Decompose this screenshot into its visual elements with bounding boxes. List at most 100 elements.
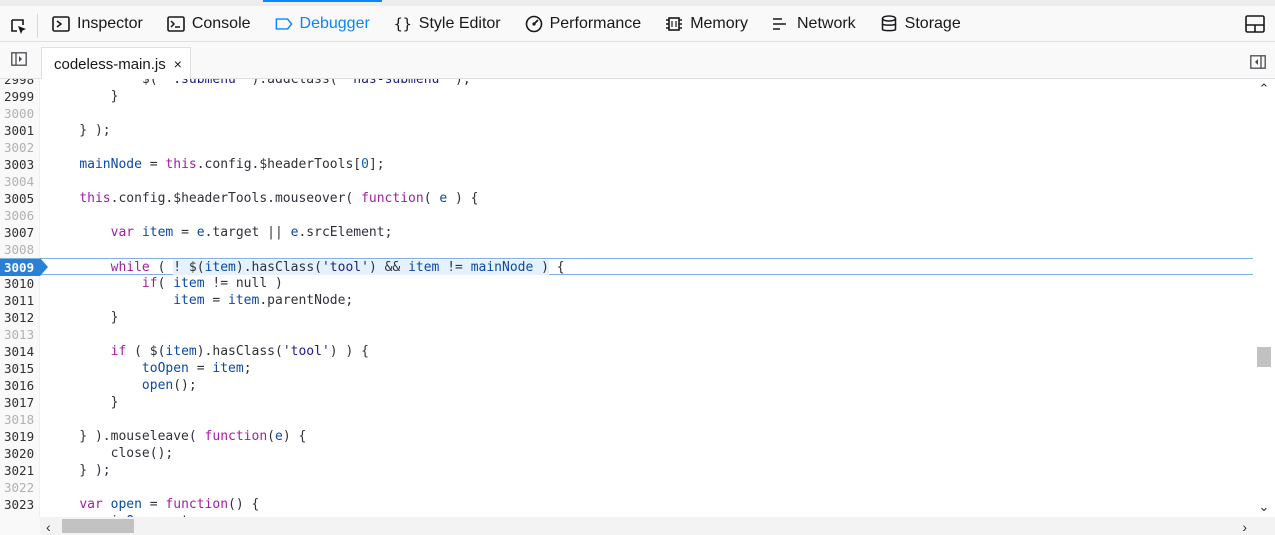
code-line[interactable]: 3013 (0, 326, 1253, 343)
toggle-sources-pane-icon[interactable] (10, 51, 28, 67)
horizontal-scrollbar[interactable]: ‹ › (40, 517, 1253, 535)
code-line[interactable]: 3021 } ); (0, 462, 1253, 479)
code-text: } ); (48, 123, 111, 138)
scroll-up-icon[interactable]: ⌃ (1258, 81, 1270, 96)
code-editor[interactable]: 2998 $( '.submenu' ).addClass( 'has-subm… (0, 79, 1253, 517)
code-line[interactable]: 3003 mainNode = this.config.$headerTools… (0, 156, 1253, 173)
line-number[interactable]: 3012 (0, 309, 40, 326)
devtools-tabs: Inspector Console Debugger {} Style Editor Pe… (40, 0, 973, 42)
code-line[interactable]: 3016 open(); (0, 377, 1253, 394)
code-line[interactable]: 3000 (0, 105, 1253, 122)
code-text: if ( $(item).hasClass('tool') ) { (110, 344, 369, 359)
code-text: toOpen = item; (141, 361, 252, 376)
tab-console[interactable]: Console (155, 6, 263, 42)
line-number[interactable]: 3000 (0, 105, 40, 122)
line-number[interactable]: 3019 (0, 428, 40, 445)
line-number[interactable]: 3008 (0, 241, 40, 258)
code-line[interactable]: 3007 var item = e.target || e.srcElement… (0, 224, 1253, 241)
line-number[interactable]: 3023 (0, 496, 40, 513)
code-text: item = item.parentNode; (173, 293, 354, 308)
line-number[interactable]: 3020 (0, 445, 40, 462)
line-number[interactable]: 3007 (0, 224, 40, 241)
tab-performance[interactable]: Performance (513, 6, 654, 42)
dock-layout-icon[interactable] (1243, 13, 1267, 35)
line-number[interactable]: 3022 (0, 479, 40, 496)
source-tab-bar: codeless-main.js × (0, 42, 1275, 80)
performance-icon (525, 15, 543, 33)
code-line[interactable]: 3006 (0, 207, 1253, 224)
code-text: var open = function() { (79, 497, 260, 512)
code-text: open(); (141, 378, 197, 393)
line-number[interactable]: 3003 (0, 156, 40, 173)
code-line[interactable]: 3017 } (0, 394, 1253, 411)
line-number[interactable]: 3005 (0, 190, 40, 207)
code-line[interactable]: 2998 $( '.submenu' ).addClass( 'has-subm… (0, 79, 1253, 88)
tab-storage[interactable]: Storage (868, 6, 973, 42)
code-line[interactable]: 3014 if ( $(item).hasClass('tool') ) { (0, 343, 1253, 360)
code-line[interactable]: 3012 } (0, 309, 1253, 326)
scroll-left-icon[interactable]: ‹ (46, 519, 51, 535)
network-icon (772, 15, 790, 33)
source-tab-label: codeless-main.js (54, 55, 166, 73)
code-text: if( item != null ) (141, 276, 283, 291)
line-number[interactable]: 3013 (0, 326, 40, 343)
code-text: close(); (48, 446, 174, 461)
code-line[interactable]: 3010 if( item != null ) (0, 275, 1253, 292)
line-number[interactable]: 3014 (0, 343, 40, 360)
line-number[interactable]: 3010 (0, 275, 40, 292)
memory-icon (665, 15, 683, 33)
line-number[interactable]: 3011 (0, 292, 40, 309)
scrollbar-corner (1253, 517, 1275, 535)
code-line[interactable]: 3022 (0, 479, 1253, 496)
tab-inspector[interactable]: Inspector (40, 6, 155, 42)
code-text: this.config.$headerTools.mouseover( func… (79, 191, 479, 206)
line-number[interactable]: 3021 (0, 462, 40, 479)
tab-network[interactable]: Network (760, 6, 868, 42)
line-number[interactable]: 3002 (0, 139, 40, 156)
code-text: var item = e.target || e.srcElement; (110, 225, 393, 240)
code-line[interactable]: 3018 (0, 411, 1253, 428)
line-number[interactable]: 3016 (0, 377, 40, 394)
code-line[interactable]: 3019 } ).mouseleave( function(e) { (0, 428, 1253, 445)
line-number[interactable]: 2998 (0, 79, 40, 88)
tab-style-editor[interactable]: {} Style Editor (382, 6, 513, 42)
source-tab-codeless-main[interactable]: codeless-main.js × (41, 47, 191, 80)
line-number[interactable]: 3018 (0, 411, 40, 428)
line-number[interactable]: 3001 (0, 122, 40, 139)
tab-label: Memory (690, 15, 748, 32)
vertical-scroll-thumb[interactable] (1257, 347, 1271, 367)
line-number[interactable]: 3015 (0, 360, 40, 377)
code-line[interactable]: 3023 var open = function() { (0, 496, 1253, 513)
line-number[interactable]: 3004 (0, 173, 40, 190)
tab-label: Performance (549, 15, 642, 32)
line-number[interactable]: 3017 (0, 394, 40, 411)
code-line[interactable]: 3015 toOpen = item; (0, 360, 1253, 377)
line-number[interactable]: 2999 (0, 88, 40, 105)
element-picker-icon[interactable] (4, 12, 34, 42)
code-line[interactable]: 3004 (0, 173, 1253, 190)
tab-label: Console (191, 15, 251, 32)
code-line[interactable]: 3001 } ); (0, 122, 1253, 139)
tab-debugger[interactable]: Debugger (262, 0, 383, 42)
toggle-debugger-pane-icon[interactable] (1249, 54, 1267, 70)
code-line[interactable]: 3008 (0, 241, 1253, 258)
code-text: mainNode = this.config.$headerTools[0]; (79, 157, 385, 172)
paused-line-marker[interactable]: 3009 (0, 258, 48, 276)
code-line[interactable]: 3005 this.config.$headerTools.mouseover(… (0, 190, 1253, 207)
scroll-right-icon[interactable]: › (1242, 519, 1247, 535)
horizontal-scroll-thumb[interactable] (62, 519, 134, 533)
toolbar-separator (37, 14, 38, 38)
scroll-down-icon[interactable]: ⌄ (1258, 499, 1270, 514)
storage-icon (880, 15, 898, 33)
close-icon[interactable]: × (174, 56, 182, 72)
line-number[interactable]: 3006 (0, 207, 40, 224)
code-line[interactable]: 3002 (0, 139, 1253, 156)
vertical-scrollbar[interactable]: ⌃ ⌄ (1253, 79, 1275, 517)
code-line-current[interactable]: 3009 while ( ! $(item).hasClass('tool') … (0, 258, 1253, 276)
code-text: } ).mouseleave( function(e) { (48, 429, 307, 444)
code-line[interactable]: 2999 } (0, 88, 1253, 105)
gutter-corner (0, 517, 40, 535)
code-line[interactable]: 3020 close(); (0, 445, 1253, 462)
tab-memory[interactable]: Memory (653, 6, 760, 42)
code-line[interactable]: 3011 item = item.parentNode; (0, 292, 1253, 309)
